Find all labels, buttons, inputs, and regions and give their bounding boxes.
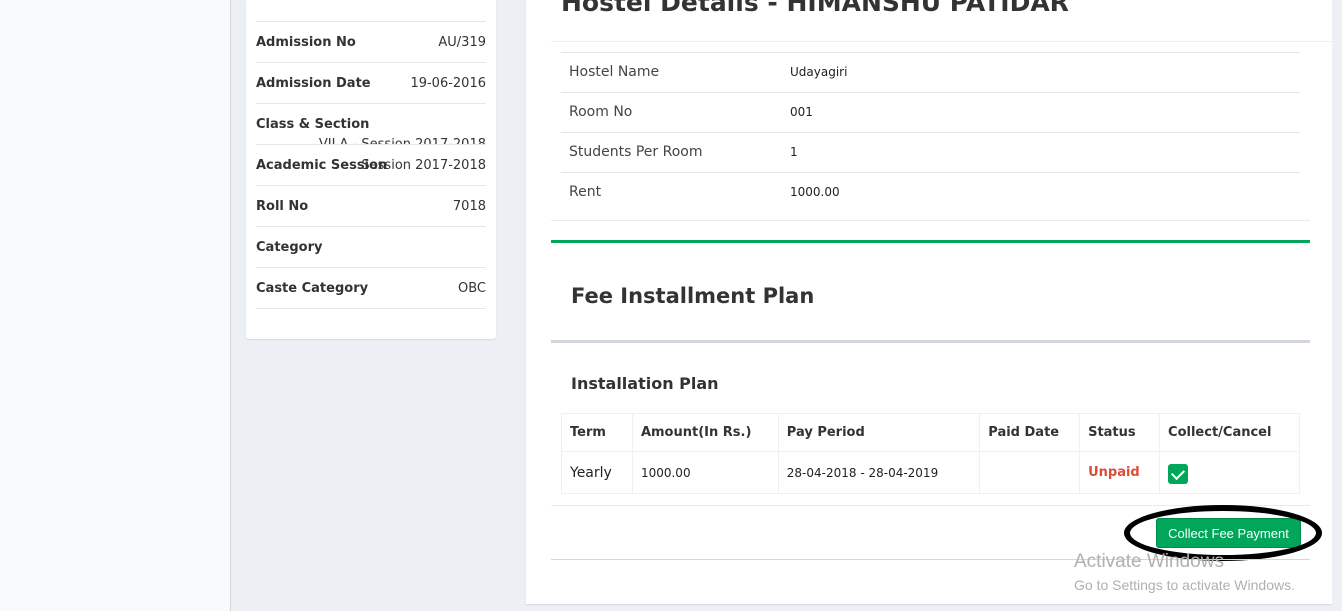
cell-term: Yearly	[561, 451, 633, 494]
cell-pay-period: 28-04-2018 - 28-04-2019	[777, 451, 981, 494]
section-top-border	[551, 240, 1310, 243]
profile-value: OBC	[458, 281, 486, 296]
profile-row-roll-no: Roll No 7018	[256, 186, 486, 227]
hostel-label: Hostel Name	[569, 64, 660, 80]
section-divider	[551, 340, 1310, 343]
profile-row-category: Category	[256, 227, 486, 268]
column-header-pay-period: Pay Period	[777, 413, 981, 452]
divider	[551, 41, 1332, 42]
hostel-row-students-per-room: Students Per Room 1	[561, 133, 1300, 173]
sidebar	[0, 0, 231, 611]
page-edge	[1332, 0, 1342, 611]
hostel-value: 1	[790, 145, 798, 159]
profile-value: AU/319	[438, 35, 486, 50]
profile-row-academic-session: Academic Session Session 2017-2018	[256, 145, 486, 186]
profile-label: Roll No	[256, 199, 309, 214]
profile-label: Category	[256, 240, 323, 255]
column-header-paid-date: Paid Date	[979, 413, 1081, 452]
table-header-row: Term Amount(In Rs.) Pay Period Paid Date…	[561, 413, 1300, 452]
main-content-card: Hostel Details - HIMANSHU PATIDAR Hostel…	[526, 0, 1332, 604]
profile-label: Class & Section	[256, 117, 370, 132]
profile-row-admission-no: Admission No AU/319	[256, 22, 486, 63]
cell-status: Unpaid	[1079, 451, 1161, 494]
student-profile-card: Admission No AU/319 Admission Date 19-06…	[246, 0, 496, 339]
profile-label: Admission Date	[256, 76, 371, 91]
installment-plan-table: Term Amount(In Rs.) Pay Period Paid Date…	[561, 413, 1300, 494]
installation-plan-title: Installation Plan	[571, 374, 719, 393]
profile-value: Session 2017-2018	[361, 158, 486, 173]
column-header-amount: Amount(In Rs.)	[631, 413, 779, 452]
watermark-line-1: Activate Windows	[1074, 551, 1224, 572]
cell-paid-date	[979, 451, 1081, 494]
hostel-row-name: Hostel Name Udayagiri	[561, 53, 1300, 93]
column-header-collect-cancel: Collect/Cancel	[1159, 413, 1300, 452]
cell-collect-cancel	[1159, 451, 1300, 494]
profile-row-admission-date: Admission Date 19-06-2016	[256, 63, 486, 104]
activate-windows-watermark: Activate Windows Go to Settings to activ…	[1074, 550, 1295, 596]
hostel-label: Room No	[569, 104, 633, 120]
hostel-details-table: Hostel Name Udayagiri Room No 001 Studen…	[561, 52, 1300, 213]
column-header-status: Status	[1079, 413, 1161, 452]
profile-label: Admission No	[256, 35, 356, 50]
cell-amount: 1000.00	[631, 451, 779, 494]
profile-row-caste-category: Caste Category OBC	[256, 268, 486, 309]
table-row: Yearly 1000.00 28-04-2018 - 28-04-2019 U…	[561, 451, 1300, 494]
profile-value: VII A - Session 2017-2018	[318, 137, 486, 145]
hostel-value: 1000.00	[790, 185, 840, 199]
profile-value: 7018	[452, 199, 486, 214]
status-badge: Unpaid	[1088, 465, 1140, 480]
profile-label: Caste Category	[256, 281, 369, 296]
divider	[551, 220, 1310, 221]
hostel-row-rent: Rent 1000.00	[561, 173, 1300, 213]
fee-installment-title: Fee Installment Plan	[571, 284, 815, 308]
check-icon[interactable]	[1168, 464, 1189, 484]
hostel-label: Students Per Room	[569, 144, 703, 160]
hostel-row-room-no: Room No 001	[561, 93, 1300, 133]
column-header-term: Term	[561, 413, 633, 452]
hostel-details-title: Hostel Details - HIMANSHU PATIDAR	[561, 0, 1069, 17]
hostel-label: Rent	[569, 184, 602, 200]
hostel-value: Udayagiri	[790, 65, 848, 79]
watermark-line-2: Go to Settings to activate Windows.	[1074, 577, 1295, 593]
hostel-value: 001	[790, 105, 813, 119]
profile-value: 19-06-2016	[410, 76, 486, 91]
profile-row-class-section: Class & Section VII A - Session 2017-201…	[256, 104, 486, 145]
